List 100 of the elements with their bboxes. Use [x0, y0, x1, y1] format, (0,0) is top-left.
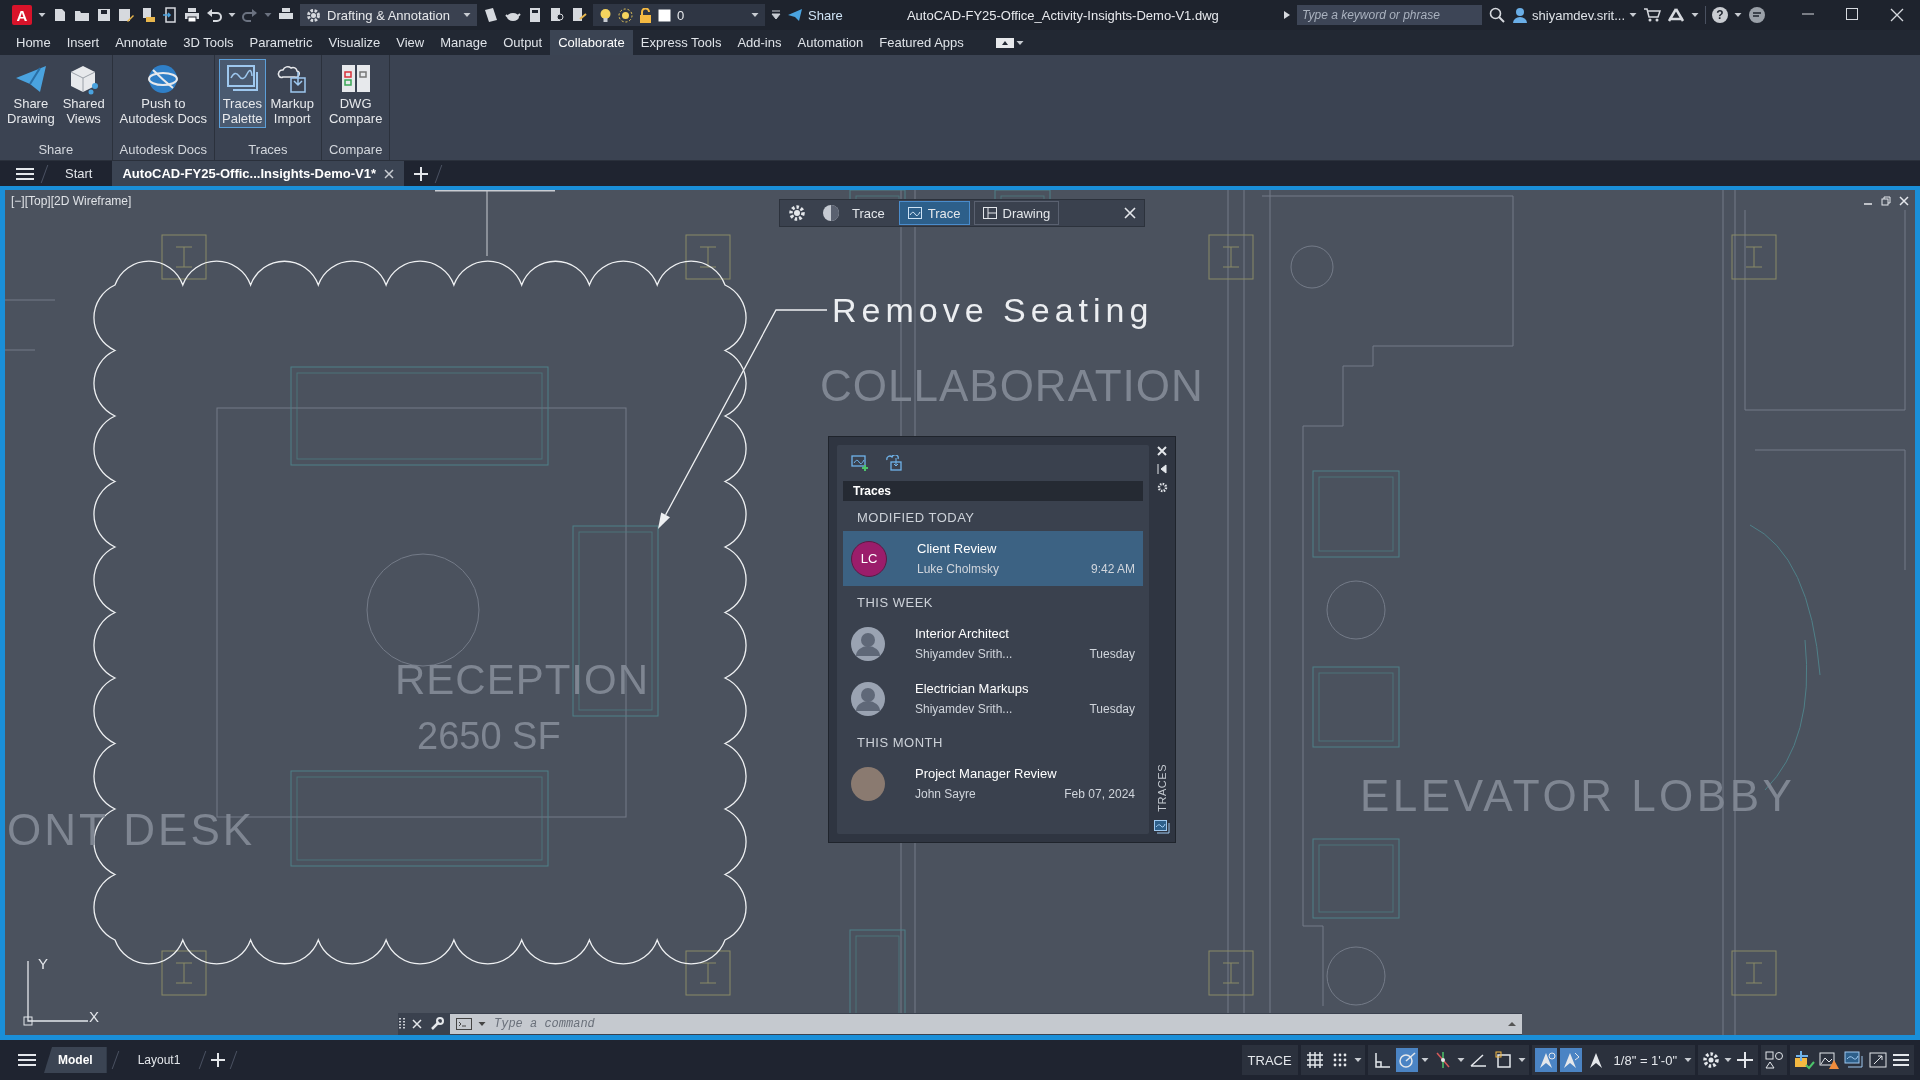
ribbon-tab[interactable]: Output [495, 30, 551, 55]
traces-palette-icon[interactable] [1843, 1050, 1865, 1070]
search-field[interactable]: Type a keyword or phrase [1297, 5, 1483, 25]
magnifier-document-icon[interactable] [549, 7, 565, 23]
ribbon-button[interactable]: Push to Autodesk Docs [116, 59, 211, 128]
floor-plan-icon[interactable] [982, 207, 997, 219]
image-warning-icon[interactable] [1818, 1050, 1840, 1070]
padlock-icon[interactable] [639, 7, 652, 23]
trace-name: Interior Architect [915, 626, 1010, 641]
fullscreen-icon[interactable] [1868, 1050, 1888, 1070]
ribbon-tab[interactable]: Add-ins [729, 30, 790, 55]
caret-up-icon[interactable] [1508, 1020, 1516, 1028]
light-bulb-icon[interactable] [599, 7, 612, 23]
color-swatch-icon[interactable] [658, 8, 671, 22]
trace-list-item[interactable]: Project Manager Review John Sayre Feb 07, 2024 [843, 756, 1143, 811]
ribbon-tab[interactable]: 3D Tools [175, 30, 242, 55]
trace-list-item[interactable]: LC Client Review Luke Cholmsky 9:42 AM [843, 531, 1143, 586]
ribbon-tab[interactable]: Visualize [320, 30, 389, 55]
globe-icon[interactable] [146, 62, 181, 96]
user-icon[interactable] [1512, 7, 1529, 23]
chat-bubble-icon[interactable] [1748, 6, 1766, 24]
close-icon[interactable] [384, 168, 394, 179]
ribbon-button[interactable]: Shared Views [59, 59, 108, 128]
gear-icon[interactable] [1701, 1050, 1721, 1070]
close-icon[interactable] [1124, 207, 1136, 219]
redo-arrow-icon[interactable] [242, 7, 258, 23]
help-button[interactable]: ? [1712, 7, 1728, 23]
ribbon-button[interactable]: Traces Palette [219, 59, 266, 128]
gear-icon[interactable] [1156, 482, 1168, 493]
add-layout-icon[interactable] [211, 1053, 226, 1067]
checklist-icon[interactable] [571, 7, 587, 23]
new-document-icon[interactable] [52, 7, 68, 23]
layout-tab[interactable]: Model [44, 1047, 107, 1073]
printer-icon[interactable] [184, 7, 200, 23]
cart-icon[interactable] [1643, 7, 1661, 23]
ribbon-button[interactable]: Markup Import [267, 59, 317, 128]
calculator-icon[interactable] [527, 7, 543, 23]
shapes-icon[interactable] [1764, 1050, 1784, 1070]
ribbon-tab[interactable]: Insert [58, 30, 108, 55]
floppy-disk-pencil-icon[interactable] [118, 7, 134, 23]
ribbon-tab[interactable]: Manage [432, 30, 496, 55]
trace-list-item[interactable]: Interior Architect Shiyamdev Srith... Tuesday [843, 616, 1143, 671]
undo-arrow-icon[interactable] [206, 7, 222, 23]
user-menu[interactable]: shiyamdev.srit... [1512, 7, 1637, 23]
document-folder-icon[interactable] [140, 7, 156, 23]
command-prompt-icon[interactable] [456, 1018, 472, 1030]
trace-list-item[interactable]: Electrician Markups Shiyamdev Srith... Tuesday [843, 671, 1143, 726]
paper-plane-icon[interactable] [787, 7, 803, 23]
share-link[interactable]: Share [787, 7, 843, 23]
document-tab[interactable]: Start [55, 161, 103, 186]
restore-icon[interactable] [1881, 196, 1891, 206]
monitor-wave-icon[interactable] [907, 207, 922, 219]
triangle-nodes-icon[interactable] [1667, 7, 1685, 23]
trace-toggle[interactable]: Trace [810, 202, 895, 224]
close-icon[interactable] [1899, 196, 1909, 206]
mode-tab[interactable]: Drawing [973, 201, 1060, 225]
pages-icon[interactable] [483, 7, 499, 23]
viewport-label[interactable]: [−][Top][2D Wireframe] [11, 194, 132, 208]
close-icon[interactable] [1157, 446, 1167, 456]
close-icon[interactable] [412, 1019, 422, 1029]
ucs-axis-icon [23, 960, 89, 1026]
gear-icon[interactable] [306, 7, 321, 23]
caret-icon[interactable] [771, 8, 781, 22]
mode-tab[interactable]: Trace [898, 201, 970, 225]
ribbon-tab[interactable]: Featured Apps [871, 30, 972, 55]
maximize-icon[interactable] [1846, 8, 1858, 20]
ribbon-tab[interactable]: Collaborate [550, 30, 633, 55]
traces-palette-icon[interactable] [1154, 820, 1170, 834]
layer-dropdown[interactable]: 0 [593, 4, 765, 26]
layout-tab[interactable]: Layout1 [123, 1047, 195, 1073]
layers-check-icon[interactable] [1793, 1050, 1815, 1070]
sun-icon[interactable] [618, 7, 633, 23]
trace-status-button[interactable]: TRACE [1241, 1045, 1298, 1075]
ribbon-tab[interactable]: Express Tools [632, 30, 730, 55]
wrench-icon[interactable] [430, 1017, 444, 1031]
menu-icon[interactable] [16, 166, 34, 181]
ribbon-button[interactable]: Share Drawing [4, 59, 58, 128]
ribbon-button[interactable]: DWG Compare [325, 59, 386, 128]
ribbon-tab[interactable]: Annotate [107, 30, 176, 55]
axis-label: X [89, 1008, 99, 1025]
play-arrow-icon[interactable] [1283, 8, 1292, 22]
workspace-dropdown[interactable]: Drafting & Annotation [300, 4, 477, 26]
ribbon-tab[interactable]: View [388, 30, 433, 55]
app-logo[interactable]: A [12, 5, 32, 25]
document-tab[interactable]: AutoCAD-FY25-Offic...Insights-Demo-V1* [112, 161, 404, 186]
toggle-icon[interactable] [820, 204, 842, 222]
ribbon-tab[interactable]: Home [8, 30, 59, 55]
grip-icon[interactable] [398, 1016, 406, 1032]
new-trace-icon[interactable] [851, 455, 869, 471]
panel-icon[interactable] [995, 37, 1014, 48]
search-icon[interactable] [1488, 6, 1507, 24]
plus-icon[interactable] [1735, 1050, 1755, 1070]
ribbon-tab[interactable]: Automation [789, 30, 872, 55]
gear-icon[interactable] [788, 204, 806, 222]
trace-author: Luke Cholmsky [917, 562, 1000, 576]
menu-icon[interactable] [18, 1053, 36, 1067]
ribbon-tab[interactable]: Parametric [241, 30, 321, 55]
close-icon[interactable] [1890, 8, 1904, 22]
import-markup-icon[interactable] [885, 455, 903, 471]
add-tab-icon[interactable] [414, 166, 428, 181]
